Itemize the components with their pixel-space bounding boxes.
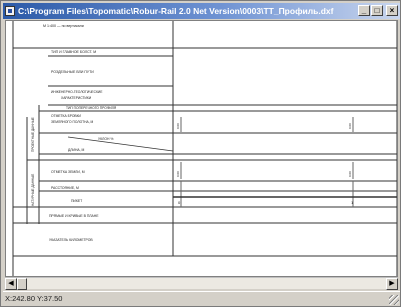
scroll-left-arrow-icon[interactable]: ◀	[5, 278, 17, 290]
design-value-0: 0.00	[176, 123, 180, 129]
maximize-button[interactable]: □	[371, 5, 383, 16]
row-label-plan: ПРЯМЫЕ И КРИВЫЕ В ПЛАНЕ	[49, 214, 99, 218]
ground-value-1: 0.00	[348, 171, 352, 177]
ground-value-0: 0.00	[176, 171, 180, 177]
app-icon	[5, 6, 15, 16]
close-button[interactable]: ×	[386, 5, 398, 16]
profile-drawing: М 1:400 — по вертикали ТИП И ГЛАВНОЕ БОЛ…	[12, 21, 397, 276]
cursor-coordinates: X:242.80 Y:37.50	[5, 294, 63, 303]
design-value-1: 0.00	[348, 123, 352, 129]
picket-label-1: 1	[351, 200, 354, 205]
horizontal-scrollbar[interactable]: ◀ ▶	[5, 277, 398, 290]
app-window: C:\Program Files\Topomatic\Robur-Rail 2.…	[0, 0, 401, 307]
row-label-km: УКАЗАТЕЛЬ КИЛОМЕТРОВ	[49, 238, 93, 242]
scale-note: М 1:400 — по вертикали	[43, 24, 84, 28]
group-label-existing: НАТУРНЫЕ ДАННЫЕ	[31, 174, 35, 206]
row-label-geology-2: ХАРАКТЕРИСТИКИ	[61, 96, 92, 100]
row-label-geology-1: ИНЖЕНЕРНО-ГЕОЛОГИЧЕСКИЕ	[51, 90, 103, 94]
row-label-track-type: ТИП И ГЛАВНОЕ БОЛСТ. М	[51, 50, 96, 54]
window-title: C:\Program Files\Topomatic\Robur-Rail 2.…	[18, 6, 334, 16]
row-label-subgrade: РОЗДЕЛЬНЫЕ ВЛИ ПУТИ	[51, 70, 94, 74]
drawing-canvas[interactable]: М 1:400 — по вертикали ТИП И ГЛАВНОЕ БОЛ…	[5, 20, 398, 277]
status-bar: X:242.80 Y:37.50	[3, 291, 400, 306]
row-label-distance: РАССТОЯНИЕ, М	[51, 186, 79, 190]
scroll-right-arrow-icon[interactable]: ▶	[386, 278, 398, 290]
row-label-ground-elev: ОТМЕТКА ЗЕМЛИ, М	[51, 170, 85, 174]
scroll-thumb[interactable]	[17, 278, 27, 290]
row-label-picket: ПИКЕТ	[71, 199, 82, 203]
row-label-design-elev-1: ОТМЕТКА БРОВКИ	[51, 114, 82, 118]
minimize-button[interactable]: _	[358, 5, 370, 16]
row-label-length: ДЛИНА, М	[68, 148, 85, 152]
row-label-slope: УКЛОН %	[98, 137, 113, 141]
title-bar[interactable]: C:\Program Files\Topomatic\Robur-Rail 2.…	[3, 3, 400, 19]
row-label-design-elev-2: ЗЕМЛЯНОГО ПОЛОТНА, М	[51, 120, 94, 124]
group-label-design: ПРОЕКТНЫЕ ДАННЫЕ	[31, 117, 35, 152]
resize-grip-icon[interactable]	[389, 295, 399, 305]
row-label-cross-profile: ТИП ПОПЕРЕЧНОГО ПРОФИЛЯ	[66, 106, 117, 110]
